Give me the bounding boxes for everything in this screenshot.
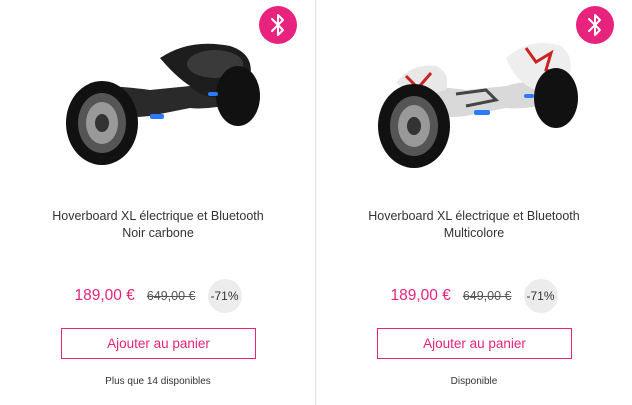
product-card: Hoverboard XL électrique et Bluetooth Mu… — [316, 0, 632, 405]
product-name-line1: Hoverboard XL électrique et Bluetooth — [368, 209, 580, 223]
product-image-hoverboard-black[interactable] — [40, 28, 280, 168]
product-name-line2: Multicolore — [443, 226, 505, 240]
stock-status: Disponible — [450, 376, 498, 387]
product-name-line1: Hoverboard XL électrique et Bluetooth — [52, 209, 264, 223]
add-to-cart-button[interactable]: Ajouter au panier — [377, 328, 572, 359]
price: 189,00 € — [390, 287, 451, 304]
stock-status: Plus que 14 disponibles — [105, 376, 211, 387]
price: 189,00 € — [74, 287, 135, 304]
product-image-hoverboard-multicolor[interactable] — [356, 28, 596, 168]
add-to-cart-button[interactable]: Ajouter au panier — [61, 328, 256, 359]
product-name: Hoverboard XL électrique et Bluetooth Mu… — [316, 208, 632, 242]
discount-badge: -71% — [207, 279, 242, 313]
price-row: 189,00 € 649,00 € -71% — [316, 279, 632, 313]
product-card: Hoverboard XL électrique et Bluetooth No… — [0, 0, 316, 405]
discount-badge: -71% — [523, 279, 558, 313]
old-price: 649,00 € — [462, 289, 512, 303]
old-price: 649,00 € — [146, 289, 196, 303]
product-name-line2: Noir carbone — [122, 226, 194, 240]
price-row: 189,00 € 649,00 € -71% — [0, 279, 316, 313]
product-grid: Hoverboard XL électrique et Bluetooth No… — [0, 0, 632, 405]
product-name: Hoverboard XL électrique et Bluetooth No… — [0, 208, 316, 242]
